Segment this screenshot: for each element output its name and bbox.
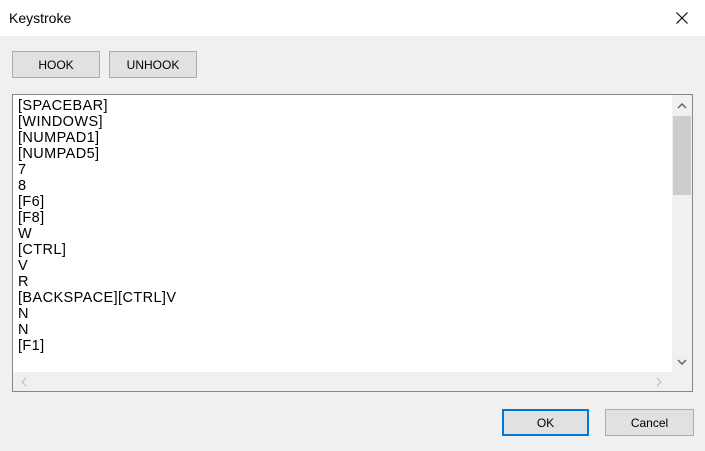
log-line: 7 <box>18 162 27 178</box>
cancel-button[interactable]: Cancel <box>605 409 694 436</box>
keystroke-log[interactable]: [SPACEBAR] [WINDOWS] [NUMPAD1] [NUMPAD5] 7 8[… <box>12 94 693 392</box>
horizontal-scrollbar[interactable] <box>13 372 672 391</box>
log-line: V <box>18 258 29 274</box>
log-line: [SPACEBAR] <box>18 98 108 114</box>
close-icon <box>676 12 688 24</box>
scroll-up-button[interactable] <box>672 97 692 114</box>
chevron-right-icon <box>656 377 662 386</box>
scroll-left-button[interactable] <box>15 372 32 391</box>
log-line: [WINDOWS] <box>18 114 103 130</box>
title-bar: Keystroke <box>0 0 705 36</box>
log-line: [F1] <box>18 338 45 354</box>
log-line: N <box>18 306 29 322</box>
close-button[interactable] <box>659 0 705 36</box>
chevron-up-icon <box>677 102 687 108</box>
log-line: [NUMPAD5] <box>18 146 100 162</box>
chevron-left-icon <box>20 377 26 386</box>
log-line: [NUMPAD1] <box>18 130 100 146</box>
scroll-down-button[interactable] <box>672 353 692 370</box>
log-line: R <box>18 274 29 290</box>
scrollbar-corner <box>672 372 692 391</box>
unhook-button[interactable]: UNHOOK <box>109 51 197 78</box>
keystroke-dialog: Keystroke HOOK UNHOOK [SPACEBAR] [WINDOWS… <box>0 0 705 451</box>
log-line: [CTRL] <box>18 242 67 258</box>
scroll-right-button[interactable] <box>650 372 667 391</box>
ok-button[interactable]: OK <box>502 409 589 436</box>
log-line: W <box>18 226 33 242</box>
log-line: [F8] <box>18 210 45 226</box>
vertical-scrollbar[interactable] <box>672 95 692 372</box>
log-line: [BACKSPACE][CTRL]V <box>18 290 177 306</box>
window-title: Keystroke <box>9 10 72 26</box>
keystroke-log-content: [SPACEBAR] [WINDOWS] [NUMPAD1] [NUMPAD5] 7 8[… <box>18 98 668 373</box>
log-line: N <box>18 322 29 338</box>
log-line: [F6] <box>18 194 45 210</box>
vertical-scroll-thumb[interactable] <box>673 116 691 195</box>
log-line: 8 <box>18 178 27 194</box>
chevron-down-icon <box>677 359 687 365</box>
hook-button[interactable]: HOOK <box>12 51 100 78</box>
